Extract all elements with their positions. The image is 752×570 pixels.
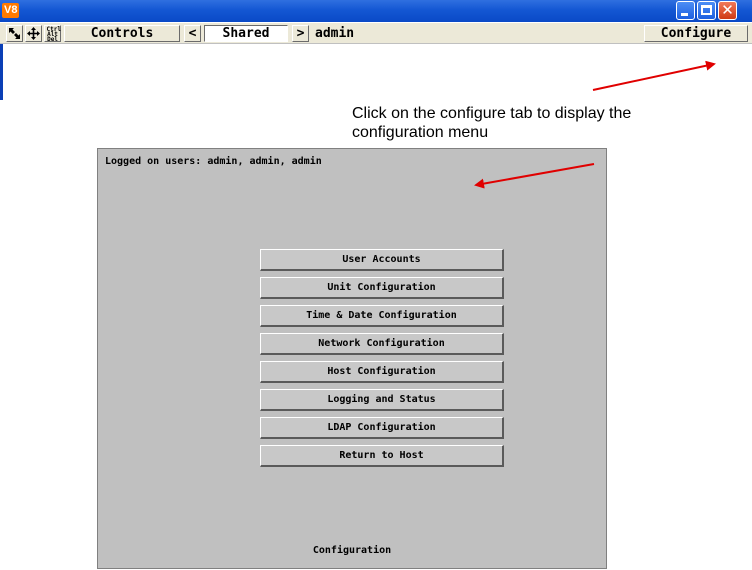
return-to-host-button[interactable]: Return to Host	[260, 445, 504, 467]
close-icon: ✕	[721, 1, 734, 19]
panel-footer-title: Configuration	[312, 545, 392, 556]
ctrl-alt-del-icon: Ctrl Alt Del	[46, 26, 61, 43]
configuration-menu-panel: Logged on users: admin, admin, admin Use…	[97, 148, 607, 569]
annotation-text: Click on the configure tab to display th…	[352, 105, 632, 141]
network-configuration-button[interactable]: Network Configuration	[260, 333, 504, 355]
app-logo: V8	[2, 3, 20, 18]
resize-button[interactable]	[6, 25, 23, 42]
user-accounts-button[interactable]: User Accounts	[260, 249, 504, 271]
resize-arrows-icon	[9, 28, 20, 39]
close-button[interactable]: ✕	[718, 1, 737, 20]
ldap-configuration-button[interactable]: LDAP Configuration	[260, 417, 504, 439]
unit-configuration-button[interactable]: Unit Configuration	[260, 277, 504, 299]
maximize-icon	[701, 5, 712, 15]
logged-on-users-label: Logged on users: admin, admin, admin	[105, 156, 322, 167]
minimize-button[interactable]	[676, 1, 695, 20]
remote-client-area[interactable]	[0, 44, 752, 100]
toolbar: Ctrl Alt Del Controls < Shared > admin C…	[0, 22, 752, 44]
menu-button-list: User Accounts Unit Configuration Time & …	[260, 249, 504, 473]
maximize-button[interactable]	[697, 1, 716, 20]
window-frame-edge	[0, 44, 3, 100]
time-date-configuration-button[interactable]: Time & Date Configuration	[260, 305, 504, 327]
next-tab-button[interactable]: >	[292, 25, 309, 42]
move-icon	[27, 27, 40, 40]
ctrl-alt-del-button[interactable]: Ctrl Alt Del	[44, 25, 61, 43]
move-button[interactable]	[25, 25, 42, 42]
previous-tab-button[interactable]: <	[184, 25, 201, 42]
configure-button[interactable]: Configure	[644, 25, 748, 42]
minimize-icon	[681, 13, 688, 16]
controls-button[interactable]: Controls	[64, 25, 180, 42]
title-bar[interactable]: V8 ✕	[0, 0, 752, 22]
shared-mode-button[interactable]: Shared	[204, 25, 288, 42]
logging-and-status-button[interactable]: Logging and Status	[260, 389, 504, 411]
host-configuration-button[interactable]: Host Configuration	[260, 361, 504, 383]
app-window: V8 ✕ Ctrl Alt Del Controls < Shared > ad…	[0, 0, 752, 100]
current-user-label: admin	[315, 26, 355, 41]
